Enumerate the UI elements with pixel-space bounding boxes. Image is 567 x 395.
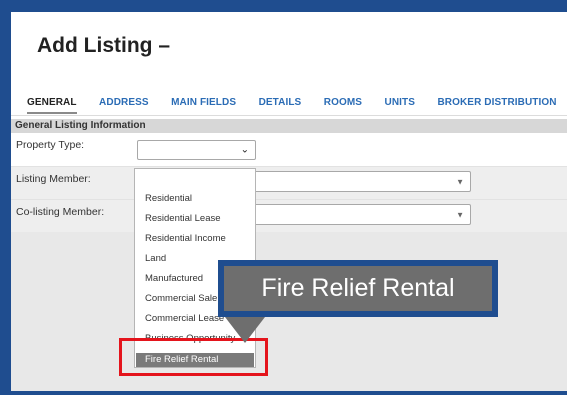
tab-address[interactable]: ADDRESS (99, 97, 149, 108)
tab-bar: GENERAL ADDRESS MAIN FIELDS DETAILS ROOM… (27, 92, 567, 114)
chevron-down-icon: ⌄ (240, 144, 249, 156)
tab-main-fields[interactable]: MAIN FIELDS (171, 97, 236, 108)
callout-text: Fire Relief Rental (224, 266, 492, 311)
co-listing-member-row: Co-listing Member: ▼ (11, 199, 567, 232)
caret-down-icon: ▼ (456, 177, 464, 186)
section-header: General Listing Information (11, 119, 567, 133)
tabs-divider (11, 115, 567, 116)
property-type-select[interactable]: ⌄ (137, 140, 256, 160)
listing-member-row: Listing Member: ▼ (11, 166, 567, 199)
dropdown-option[interactable]: Residential (145, 193, 192, 204)
dropdown-option[interactable]: Commercial Sale (145, 293, 217, 304)
dropdown-option[interactable]: Residential Lease (145, 213, 221, 224)
tab-details[interactable]: DETAILS (259, 97, 302, 108)
tab-broker-distribution[interactable]: BROKER DISTRIBUTION (437, 97, 556, 108)
dropdown-option[interactable]: Manufactured (145, 273, 203, 284)
caret-down-icon: ▼ (456, 210, 464, 219)
tab-units[interactable]: UNITS (385, 97, 416, 108)
property-type-row: Property Type: ⌄ (11, 134, 567, 166)
dropdown-option[interactable]: Land (145, 253, 166, 264)
highlight-box (119, 338, 268, 376)
tab-general[interactable]: GENERAL (27, 97, 77, 114)
page-title: Add Listing – (37, 34, 170, 57)
property-type-label: Property Type: (16, 139, 85, 151)
listing-member-label: Listing Member: (16, 173, 91, 185)
dropdown-option[interactable]: Commercial Lease (145, 313, 224, 324)
dropdown-option[interactable]: Residential Income (145, 233, 226, 244)
tab-rooms[interactable]: ROOMS (324, 97, 362, 108)
callout-pointer (225, 317, 265, 343)
callout-banner: Fire Relief Rental (218, 260, 498, 317)
listing-form-screenshot: Add Listing – GENERAL ADDRESS MAIN FIELD… (11, 12, 567, 391)
co-listing-member-label: Co-listing Member: (16, 206, 105, 218)
